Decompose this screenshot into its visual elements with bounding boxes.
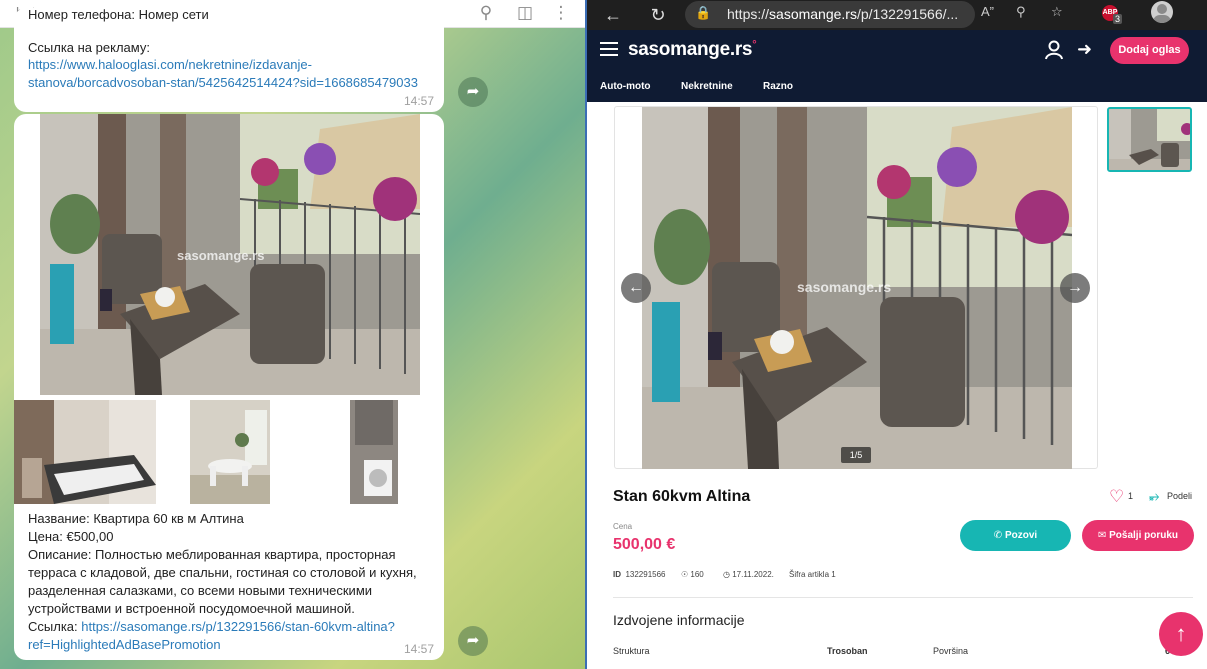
image-counter: 1/5 (841, 447, 871, 463)
share-label[interactable]: Podeli (1167, 491, 1192, 501)
lock-icon: 🔒 (695, 5, 712, 20)
ad-date: ◷ 17.11.2022. (723, 570, 774, 579)
user-icon[interactable] (1045, 40, 1063, 60)
spec-struktura-label: Struktura (613, 646, 650, 656)
send-message-button[interactable]: ✉ Pošalji poruku (1082, 520, 1194, 551)
menu-icon[interactable] (600, 42, 618, 56)
spec-struktura-value: Trosoban (827, 646, 868, 656)
next-image-button[interactable]: → (1060, 273, 1090, 303)
bedroom-photo[interactable] (14, 400, 156, 504)
site-header: sasomange.rs° ➜ Dodaj oglas (587, 30, 1207, 72)
phone-icon: ✆ (993, 530, 1005, 541)
url-text: https://sasomange.rs/p/132291566/... (727, 6, 959, 22)
heart-icon[interactable]: ♡ (1109, 487, 1124, 507)
divider (613, 597, 1193, 598)
msg1-link-part-2[interactable]: stanova/borcadvosoban-stan/5425642514424… (28, 75, 418, 90)
listing-desc-line-3: разделенная салазками, со всеми новыми т… (28, 583, 373, 598)
login-icon[interactable]: ➜ (1077, 39, 1092, 60)
reload-icon[interactable]: ↻ (646, 3, 670, 27)
sidebar-toggle-icon[interactable]: ◫ (514, 2, 536, 24)
more-options-icon[interactable]: ⋮ (550, 2, 572, 24)
msg1-line-2: Ссылка на рекламу: (28, 40, 150, 55)
views-count: ☉ 160 (681, 570, 704, 579)
forward-button[interactable]: ➦ (458, 77, 488, 107)
message-time: 14:57 (403, 94, 434, 108)
listing-desc-line-4: устройствами и встроенной посудомоечной … (28, 601, 355, 616)
read-aloud-icon[interactable]: A” (981, 4, 994, 19)
like-count: 1 (1128, 491, 1134, 501)
site-logo[interactable]: sasomange.rs° (628, 39, 757, 61)
browser-window: ← ↻ 🔒 https://sasomange.rs/p/132291566/.… (587, 0, 1207, 669)
forward-button[interactable]: ➦ (458, 626, 488, 656)
listing-price-text: Цена: €500,00 (28, 529, 114, 544)
address-bar[interactable]: 🔒 https://sasomange.rs/p/132291566/... (685, 1, 975, 28)
browser-toolbar: ← ↻ 🔒 https://sasomange.rs/p/132291566/.… (587, 0, 1207, 30)
price-label: Cena (613, 522, 633, 531)
listing-link-part-2[interactable]: ref=HighlightedAdBasePromotion (28, 636, 438, 654)
favorites-icon[interactable]: ☆ (1051, 4, 1063, 20)
call-button[interactable]: ✆ Pozovi (960, 520, 1071, 551)
listing-link-part-1[interactable]: https://sasomange.rs/p/132291566/stan-60… (81, 619, 395, 634)
search-icon[interactable]: ⚲ (475, 2, 497, 24)
telegram-chat: bot ⚲ ◫ ⋮ Номер телефона: Номер сети Ссы… (0, 0, 585, 669)
image-watermark: sasomange.rs (797, 279, 892, 295)
msg1-line-1: Номер телефона: Номер сети (28, 7, 209, 22)
spec-povrsina-label: Površina (933, 646, 969, 656)
image-gallery: sasomange.rs ← → 1/5 (614, 106, 1098, 469)
category-nav: Auto-moto Nekretnine Razno (587, 72, 1207, 102)
scroll-to-top-button[interactable]: ↑ (1159, 612, 1203, 656)
eye-icon: ☉ (681, 570, 691, 579)
ad-title: Stan 60kvm Altina (613, 488, 751, 505)
adblock-count-badge: 3 (1113, 14, 1123, 24)
dining-room-photo[interactable] (190, 400, 270, 504)
message-bubble-1: Номер телефона: Номер сети Ссылка на рек… (14, 7, 444, 112)
image-watermark: sasomange.rs (177, 248, 265, 263)
add-ad-button[interactable]: Dodaj oglas (1110, 37, 1189, 64)
section-title: Izdvojene informacije (613, 612, 745, 628)
share-icon[interactable]: ⥵ (1149, 488, 1159, 504)
balcony-photo[interactable]: sasomange.rs (40, 114, 420, 395)
profile-avatar-icon[interactable] (1151, 1, 1173, 23)
main-listing-photo[interactable]: sasomange.rs (642, 107, 1072, 469)
listing-desc-line-2: терраса с кладовой, две спальни, гостина… (28, 565, 417, 580)
category-razno[interactable]: Razno (763, 81, 793, 92)
message-bubble-2: sasomange.rs Название: Квартира 60 кв м … (14, 114, 444, 660)
back-icon[interactable]: ← (601, 3, 625, 27)
listing-name-text: Название: Квартира 60 кв м Алтина (28, 511, 244, 526)
ad-id: ID 132291566 (613, 570, 666, 579)
msg1-link-part-1[interactable]: https://www.halooglasi.com/nekretnine/iz… (28, 57, 312, 72)
ad-price: 500,00 € (613, 536, 676, 553)
link-label: Ссылка: (28, 619, 82, 634)
listing-desc-line-1: Описание: Полностью меблированная кварти… (28, 547, 396, 562)
screen: bot ⚲ ◫ ⋮ Номер телефона: Номер сети Ссы… (0, 0, 1207, 669)
category-auto-moto[interactable]: Auto-moto (600, 81, 651, 92)
gallery-thumbnail[interactable] (1107, 107, 1192, 172)
message-icon: ✉ (1097, 530, 1110, 541)
category-nekretnine[interactable]: Nekretnine (681, 81, 733, 92)
prev-image-button[interactable]: ← (621, 273, 651, 303)
clock-icon: ◷ (723, 570, 733, 579)
zoom-icon[interactable]: ⚲ (1016, 4, 1026, 20)
bathroom-photo[interactable] (350, 400, 398, 504)
item-code: Šifra artikla 1 (789, 570, 836, 579)
message-time: 14:57 (403, 642, 434, 656)
listing-link-line-1: Ссылка: https://sasomange.rs/p/132291566… (28, 618, 438, 636)
